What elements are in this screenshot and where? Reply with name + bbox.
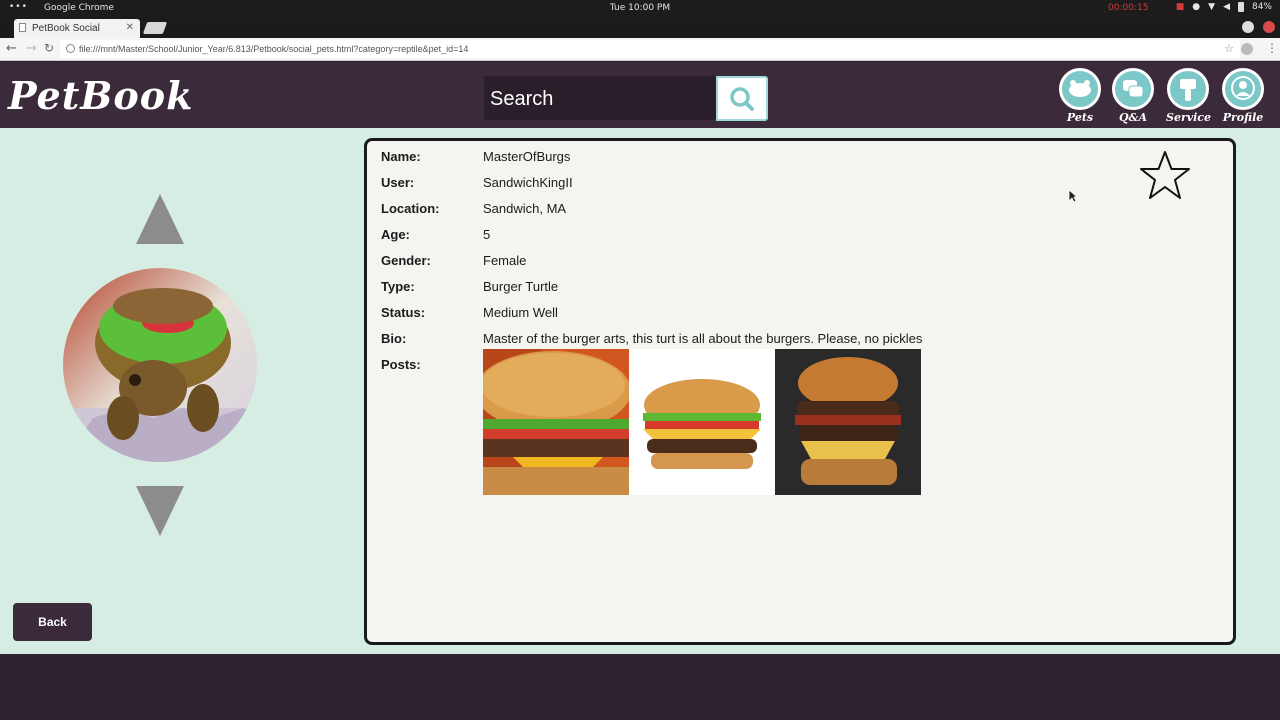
bookmark-star-icon[interactable]: ☆	[1224, 42, 1234, 55]
battery-icon	[1237, 2, 1244, 12]
field-label: Gender:	[381, 253, 431, 268]
field-label: Name:	[381, 149, 421, 164]
paw-icon	[1059, 68, 1101, 110]
nav-qa-label: Q&A	[1118, 111, 1148, 124]
user-icon	[1222, 68, 1264, 110]
browser-toolbar: ← → ↻ file:///mnt/Master/School/Junior_Y…	[0, 38, 1280, 61]
petbook-logo[interactable]: PetBook	[8, 73, 193, 118]
field-label: Bio:	[381, 331, 407, 346]
back-arrow-icon[interactable]: ←	[6, 41, 17, 56]
search-icon	[730, 87, 754, 111]
address-bar[interactable]: file:///mnt/Master/School/Junior_Year/6.…	[60, 40, 1240, 58]
field-value: MasterOfBurgs	[483, 149, 571, 164]
menu-kebab-icon[interactable]: ⋮	[1266, 41, 1278, 55]
field-value: Sandwich, MA	[483, 201, 567, 216]
field-value: Burger Turtle	[483, 279, 559, 294]
post-thumbnail[interactable]	[483, 349, 629, 495]
browser-tab-strip: PetBook Social ✕	[0, 17, 1280, 38]
next-pet-arrow-icon[interactable]	[136, 486, 184, 536]
page-icon	[19, 23, 26, 32]
browser-tab[interactable]: PetBook Social ✕	[14, 19, 140, 38]
mouse-cursor-icon	[1068, 188, 1079, 207]
post-thumbnail[interactable]	[629, 349, 775, 495]
field-label: Age:	[381, 227, 410, 242]
volume-icon: ◀	[1223, 2, 1230, 12]
wifi-icon: ▼	[1208, 2, 1216, 12]
os-top-bar: ••• Google Chrome Tue 10:00 PM 00:00:15 …	[0, 0, 1280, 17]
new-tab-button[interactable]	[142, 22, 168, 34]
nav-profile[interactable]: Profile	[1221, 68, 1265, 124]
field-label: Location:	[381, 201, 440, 216]
chat-bubbles-icon	[1112, 68, 1154, 110]
reload-icon[interactable]: ↻	[44, 41, 54, 55]
tab-title: PetBook Social	[32, 23, 100, 34]
field-value: Medium Well	[483, 305, 558, 320]
app-header: PetBook Search Pets Q&A Service Profile	[0, 62, 1280, 128]
favorite-star-icon[interactable]	[1137, 149, 1193, 207]
nav-profile-label: Profile	[1222, 111, 1264, 124]
system-tray[interactable]: ■ ● ▼ ◀ 84%	[1176, 2, 1272, 12]
recording-timer: 00:00:15	[1108, 3, 1149, 13]
extension-icon[interactable]	[1241, 43, 1253, 55]
chat-icon: ●	[1192, 2, 1201, 12]
forward-arrow-icon[interactable]: →	[26, 41, 37, 56]
posts-gallery	[483, 349, 921, 495]
field-value: Master of the burger arts, this turt is …	[483, 331, 923, 346]
nav-service[interactable]: Service	[1166, 68, 1212, 124]
field-value[interactable]: SandwichKingII	[483, 175, 573, 190]
window-close-button[interactable]	[1263, 21, 1275, 33]
field-label: Posts:	[381, 357, 421, 372]
close-tab-icon[interactable]: ✕	[126, 22, 134, 33]
field-label: Type:	[381, 279, 415, 294]
pet-profile-card: Name: MasterOfBurgs User: SandwichKingII…	[364, 138, 1236, 645]
record-icon: ■	[1175, 2, 1185, 12]
post-thumbnail[interactable]	[775, 349, 921, 495]
nav-qa[interactable]: Q&A	[1111, 68, 1155, 124]
brush-icon	[1167, 68, 1209, 110]
nav-pets-label: Pets	[1066, 111, 1094, 124]
info-icon[interactable]	[66, 44, 75, 53]
nav-pets[interactable]: Pets	[1058, 68, 1102, 124]
window-minimize-button[interactable]	[1242, 21, 1254, 33]
search-button[interactable]	[716, 76, 768, 121]
previous-pet-arrow-icon[interactable]	[136, 194, 184, 244]
back-button[interactable]: Back	[13, 603, 92, 641]
battery-percent: 84%	[1251, 2, 1272, 12]
field-value: 5	[483, 227, 491, 242]
pet-profile-photo	[63, 268, 257, 462]
search-input[interactable]: Search	[484, 76, 716, 120]
field-label: Status:	[381, 305, 426, 320]
url-text[interactable]: file:///mnt/Master/School/Junior_Year/6.…	[79, 44, 468, 54]
page-footer	[0, 654, 1280, 720]
field-label: User:	[381, 175, 415, 190]
system-clock[interactable]: Tue 10:00 PM	[0, 3, 1280, 13]
nav-service-label: Service	[1166, 111, 1212, 124]
field-value: Female	[483, 253, 527, 268]
